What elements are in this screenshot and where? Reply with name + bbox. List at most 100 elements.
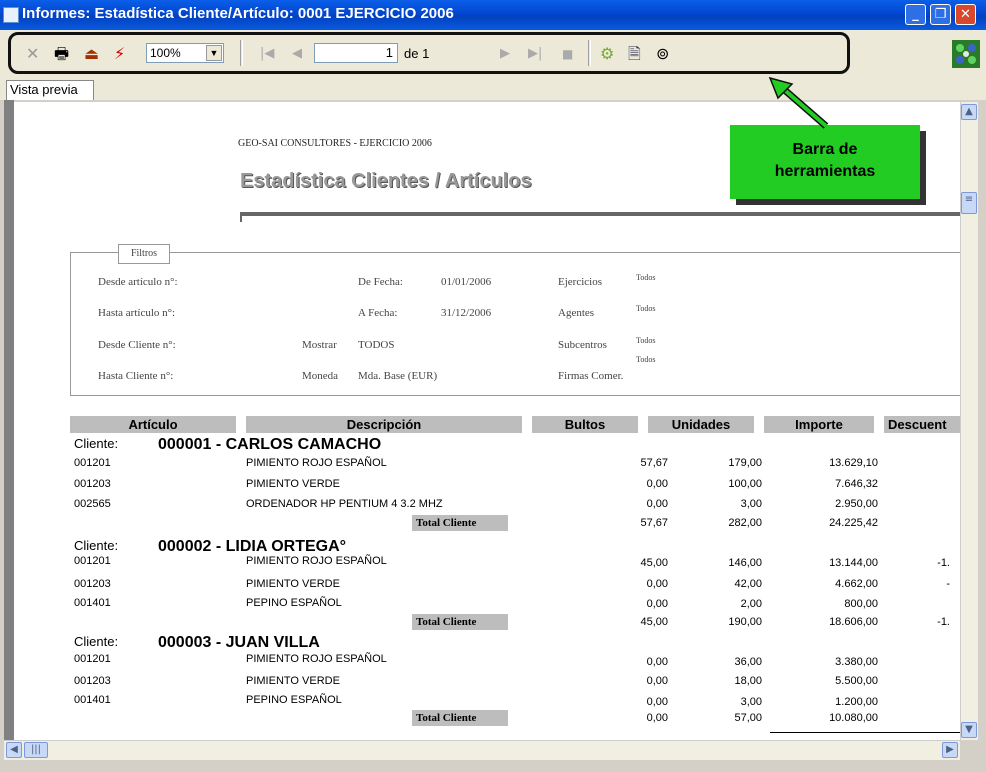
row-unidades: 2,00 xyxy=(740,598,762,610)
page-count: de 1 xyxy=(404,46,430,61)
row-unidades: 146,00 xyxy=(728,557,762,569)
filter-de-fecha-label: De Fecha: xyxy=(358,276,403,288)
total-unidades: 282,00 xyxy=(728,517,762,529)
total-descuento: -1. xyxy=(937,616,950,628)
filter-agentes-label: Agentes xyxy=(558,307,595,319)
row-importe: 800,00 xyxy=(844,598,878,610)
row-bultos: 0,00 xyxy=(646,696,668,708)
col-descripcion: Descripción xyxy=(246,416,522,433)
row-bultos: 45,00 xyxy=(640,557,668,569)
total-label: Total Cliente xyxy=(416,517,477,529)
filter-hasta-cliente: Hasta Cliente n°: xyxy=(98,370,174,382)
print-icon[interactable]: 🖶 xyxy=(54,46,69,62)
preview-icon[interactable]: 🗎 xyxy=(628,46,641,62)
row-descripcion: PIMIENTO VERDE xyxy=(246,675,340,687)
client-label: Cliente: xyxy=(74,538,119,553)
close-icon[interactable]: ✕ xyxy=(26,46,39,62)
row-unidades: 3,00 xyxy=(740,498,762,510)
scroll-left-button[interactable]: ◀ xyxy=(6,742,22,758)
row-bultos: 0,00 xyxy=(646,656,668,668)
filters-label: Filtros xyxy=(118,244,170,264)
last-page-icon[interactable]: ▶| xyxy=(528,46,542,62)
filter-desde-articulo: Desde artículo n°: xyxy=(98,276,178,288)
row-descripcion: PIMIENTO VERDE xyxy=(246,578,340,590)
row-descripcion: PIMIENTO ROJO ESPAÑOL xyxy=(246,457,387,469)
title-rule xyxy=(240,212,960,216)
row-importe: 4.662,00 xyxy=(835,578,878,590)
row-articulo: 001401 xyxy=(74,694,111,706)
row-unidades: 100,00 xyxy=(728,478,762,490)
app-logo xyxy=(952,40,980,68)
row-descuento: -1. xyxy=(937,557,950,569)
total-importe: 18.606,00 xyxy=(829,616,878,628)
scroll-up-button[interactable]: ▲ xyxy=(961,104,977,120)
row-importe: 13.144,00 xyxy=(829,557,878,569)
filter-subcentros: Todos xyxy=(636,336,656,345)
row-bultos: 0,00 xyxy=(646,478,668,490)
horizontal-scrollbar[interactable] xyxy=(4,740,960,760)
export-icon[interactable]: ⏏ xyxy=(84,46,99,62)
window-title: Informes: Estadística Cliente/Artículo: … xyxy=(22,5,454,22)
row-bultos: 0,00 xyxy=(646,498,668,510)
row-articulo: 001201 xyxy=(74,653,111,665)
vertical-scroll-thumb[interactable]: ≡ xyxy=(961,192,977,214)
row-importe: 5.500,00 xyxy=(835,675,878,687)
row-unidades: 18,00 xyxy=(734,675,762,687)
toolbar-separator xyxy=(240,40,243,66)
row-descripcion: PIMIENTO ROJO ESPAÑOL xyxy=(246,653,387,665)
scroll-right-button[interactable]: ▶ xyxy=(942,742,958,758)
row-articulo: 002565 xyxy=(74,498,111,510)
col-articulo: Artículo xyxy=(70,416,236,433)
lightning-icon[interactable]: ⚡ xyxy=(114,46,125,62)
filter-desde-cliente: Desde Cliente n°: xyxy=(98,339,176,351)
row-articulo: 001201 xyxy=(74,457,111,469)
total-bultos: 57,67 xyxy=(640,517,668,529)
next-page-icon[interactable]: ▶ xyxy=(500,46,510,62)
total-importe: 10.080,00 xyxy=(829,712,878,724)
row-articulo: 001401 xyxy=(74,597,111,609)
client-label: Cliente: xyxy=(74,634,119,649)
stop-icon[interactable]: ■ xyxy=(562,46,573,62)
total-label: Total Cliente xyxy=(416,616,477,628)
client-name: 000002 - LIDIA ORTEGA° xyxy=(158,538,347,555)
row-bultos: 0,00 xyxy=(646,598,668,610)
toolbar-separator xyxy=(588,40,591,66)
row-descripcion: PIMIENTO VERDE xyxy=(246,478,340,490)
col-bultos: Bultos xyxy=(532,416,638,433)
left-border xyxy=(4,100,14,740)
filter-firmas-label: Firmas Comer. xyxy=(558,370,624,382)
first-page-icon[interactable]: |◀ xyxy=(260,46,274,62)
filter-de-fecha: 01/01/2006 xyxy=(441,276,492,288)
row-bultos: 0,00 xyxy=(646,578,668,590)
setup-icon[interactable]: ⚙ xyxy=(600,46,614,62)
horizontal-scroll-thumb[interactable]: ||| xyxy=(24,742,48,758)
client-name: 000003 - JUAN VILLA xyxy=(158,634,320,651)
close-window-button[interactable]: ✕ xyxy=(955,4,976,25)
row-bultos: 0,00 xyxy=(646,675,668,687)
tab-vista-previa[interactable]: Vista previa xyxy=(6,80,94,100)
total-bultos: 45,00 xyxy=(640,616,668,628)
row-descuento: - xyxy=(946,578,950,590)
filter-a-fecha-label: A Fecha: xyxy=(358,307,398,319)
row-unidades: 36,00 xyxy=(734,656,762,668)
row-importe: 13.629,10 xyxy=(829,457,878,469)
binoculars-icon[interactable]: ⊚ xyxy=(656,46,669,62)
prev-page-icon[interactable]: ◀ xyxy=(292,46,302,62)
callout-line2: herramientas xyxy=(774,163,876,180)
col-importe: Importe xyxy=(764,416,874,433)
page-number-input[interactable]: 1 xyxy=(314,43,398,63)
filter-ejercicios-label: Ejercicios xyxy=(558,276,602,288)
minimize-button[interactable]: _ xyxy=(905,4,926,25)
row-articulo: 001203 xyxy=(74,578,111,590)
callout-arrow xyxy=(768,76,829,129)
maximize-button[interactable]: ❐ xyxy=(930,4,951,25)
scroll-down-button[interactable]: ▼ xyxy=(961,722,977,738)
row-articulo: 001201 xyxy=(74,555,111,567)
row-descripcion: PIMIENTO ROJO ESPAÑOL xyxy=(246,555,387,567)
title-rule-tick xyxy=(240,212,242,222)
row-unidades: 42,00 xyxy=(734,578,762,590)
filter-agentes: Todos xyxy=(636,304,656,313)
filter-subcentros-label: Subcentros xyxy=(558,339,607,351)
row-descripcion: PEPINO ESPAÑOL xyxy=(246,597,342,609)
chevron-down-icon[interactable]: ▼ xyxy=(206,45,222,61)
